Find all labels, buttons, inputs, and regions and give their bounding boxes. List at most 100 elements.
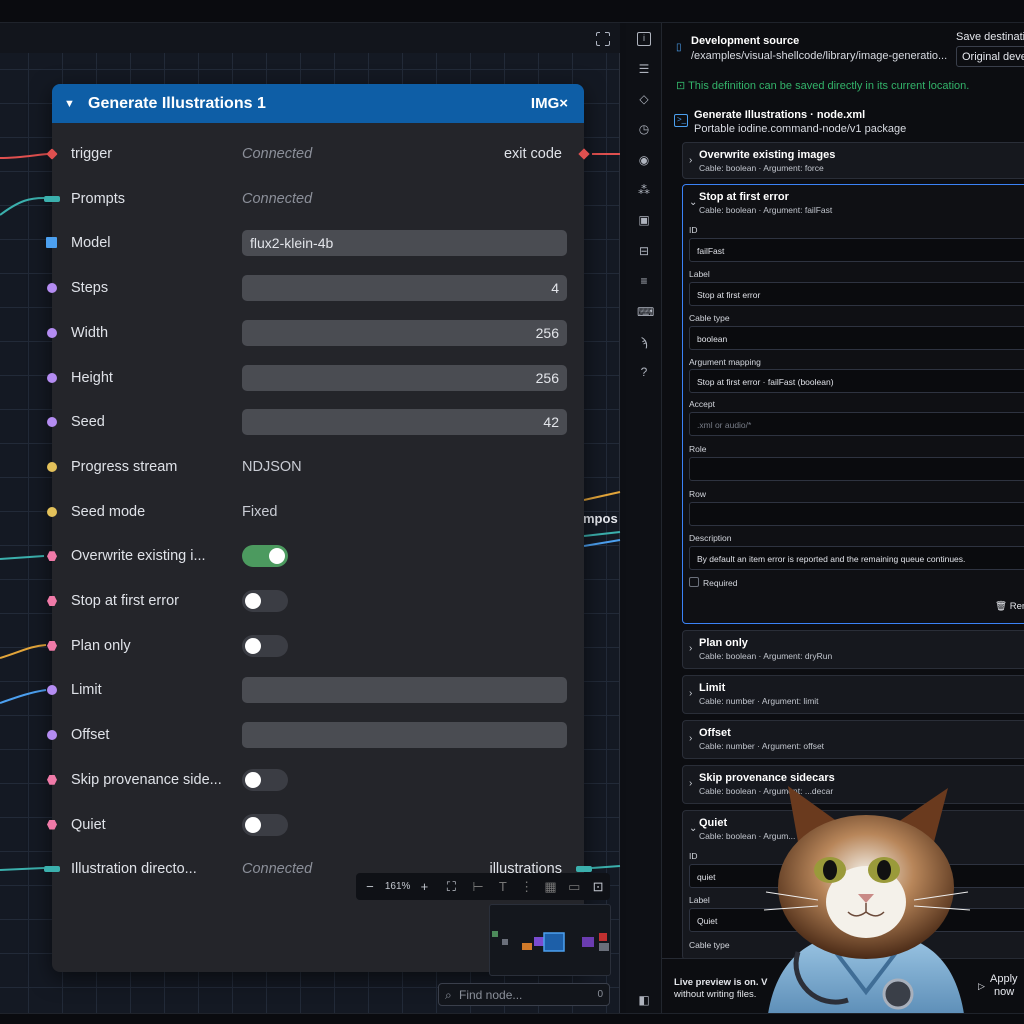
argument-subtitle: Cable: boolean · Argument: force [699,163,824,173]
chevron-right-icon: › [689,688,693,699]
port-row: Stop at first error [47,588,584,614]
zoom-toolbar: − 161% + ⛶ ⊢ T ⋮ ▦ ▭ ⊡ [356,873,610,900]
port-toggle[interactable] [242,545,288,568]
argument-overwrite[interactable]: › Overwrite existing images Cable: boole… [682,142,1024,179]
node-header[interactable]: ▼ Generate Illustrations 1 IMG× [52,84,584,123]
info-icon[interactable]: i [637,32,651,46]
role-field[interactable] [689,457,1024,481]
clock-icon[interactable]: ◷ [637,122,651,136]
distribute-icon[interactable]: ⋮ [515,879,539,895]
argument-plan-only[interactable]: › Plan only Cable: boolean · Argument: d… [682,630,1024,669]
generate-illustrations-node[interactable]: ▼ Generate Illustrations 1 IMG× trigger C… [44,84,592,972]
port-connector-icon[interactable] [47,372,57,383]
argument-stop-at-first-error[interactable]: ⌄ Stop at first error Cable: boolean · A… [682,184,1024,624]
package-subtitle: Portable iodine.command-node/v1 package [694,123,907,135]
port-row: Seed 42 [47,409,584,436]
port-input[interactable]: 256 [242,319,567,346]
find-node-placeholder: Find node... [459,988,523,1002]
row-field[interactable] [689,502,1024,526]
sliders-icon[interactable]: ≡ [637,274,651,288]
port-row: Offset [47,722,584,749]
console-icon[interactable]: ⊟ [637,244,651,258]
port-connector-icon[interactable] [47,506,57,517]
port-connector-icon[interactable] [47,417,57,428]
find-node-input[interactable]: ⌕ Find node... 0 [438,983,610,1006]
port-input[interactable] [242,677,567,704]
diamond-icon[interactable]: ◇ [637,92,651,106]
grid-icon[interactable]: ▦ [539,879,563,895]
status-bar [0,1013,1024,1024]
minimap[interactable] [489,904,611,976]
argument-limit[interactable]: › Limit Cable: number · Argument: limit [682,675,1024,714]
output-label: exit code [503,146,562,162]
port-toggle[interactable] [242,634,288,657]
node-badge: IMG× [530,95,568,112]
port-connector-icon[interactable] [47,283,57,294]
port-row: Quiet [47,812,584,838]
compose-node-label: mpos [583,511,618,526]
trash-icon: 🗑 [995,601,1008,612]
chevron-right-icon: › [689,733,693,744]
play-icon[interactable]: ◉ [637,153,651,167]
port-connector-icon[interactable] [47,327,57,338]
argument-offset[interactable]: › Offset Cable: number · Argument: offse… [682,720,1024,759]
frame-icon[interactable]: ▭ [562,879,586,895]
zoom-out-icon[interactable]: − [356,879,384,894]
port-input[interactable]: 256 [242,364,567,391]
live-preview-line2: without writing files. [674,989,757,1000]
remove-button[interactable]: 🗑 Ren [995,601,1024,612]
live-preview-line1: Live preview is on. V [674,977,768,988]
keyboard-icon[interactable]: ⌨ [637,305,654,319]
collapse-triangle-icon[interactable]: ▼ [64,98,88,110]
argument-title: Stop at first error [699,191,789,203]
label-field[interactable]: Stop at first error [689,282,1024,306]
description-label: Description [689,533,732,543]
sidebar-icon[interactable]: ◧ [637,993,651,1007]
port-toggle[interactable] [242,768,288,791]
fit-view-icon[interactable]: ⛶ [437,879,465,895]
port-input[interactable]: flux2-klein-4b [242,230,567,257]
help-icon[interactable]: ? [637,365,651,379]
plug-icon[interactable]: ϡ [637,335,651,349]
port-value: Connected [242,146,313,162]
align-left-icon[interactable]: ⊢ [465,879,491,895]
port-label: Quiet [71,816,106,833]
argument-title: Limit [699,682,726,694]
port-label: Width [71,324,109,341]
save-destination-select[interactable]: Original devel [956,46,1024,67]
terminal-icon[interactable]: ▣ [637,213,651,227]
row-label: Row [689,489,707,499]
port-connector-icon[interactable] [44,866,60,873]
description-field[interactable]: By default an item error is reported and… [689,546,1024,570]
required-checkbox[interactable] [689,577,699,587]
port-row: Model flux2-klein-4b [46,230,584,257]
apply-now-button[interactable]: ▷ Apply now [978,973,1024,1001]
port-input[interactable]: 4 [242,275,567,302]
port-connector-icon[interactable] [47,730,57,741]
port-label: Progress stream [71,458,178,475]
argument-subtitle: Cable: number · Argument: limit [699,696,819,706]
port-connector-icon[interactable] [47,685,57,696]
port-connector-icon[interactable] [46,237,57,249]
argument-mapping-label: Argument mapping [689,357,761,367]
port-connector-icon[interactable] [47,461,57,472]
cable-type-select[interactable]: boolean [689,326,1024,350]
argument-title: Plan only [699,637,748,649]
accept-field[interactable]: .xml or audio/* [689,412,1024,436]
nodes-icon[interactable]: ⁂ [637,183,651,197]
port-input[interactable]: 42 [242,409,567,436]
align-top-icon[interactable]: T [491,879,515,894]
zoom-in-icon[interactable]: + [412,879,438,894]
id-field[interactable]: failFast [689,238,1024,262]
port-connector-icon[interactable] [44,195,60,202]
port-input[interactable] [242,722,567,749]
file-icon: ▯ [676,42,682,53]
port-label: Limit [71,682,102,699]
list-icon[interactable]: ☰ [637,62,651,76]
port-toggle[interactable] [242,590,288,612]
argument-mapping-select[interactable]: Stop at first error · failFast (boolean) [689,369,1024,393]
bookmark-icon[interactable]: ⊡ [586,879,610,895]
output-connector-icon[interactable] [576,866,592,873]
id-label: ID [689,225,698,235]
port-toggle[interactable] [242,813,288,836]
